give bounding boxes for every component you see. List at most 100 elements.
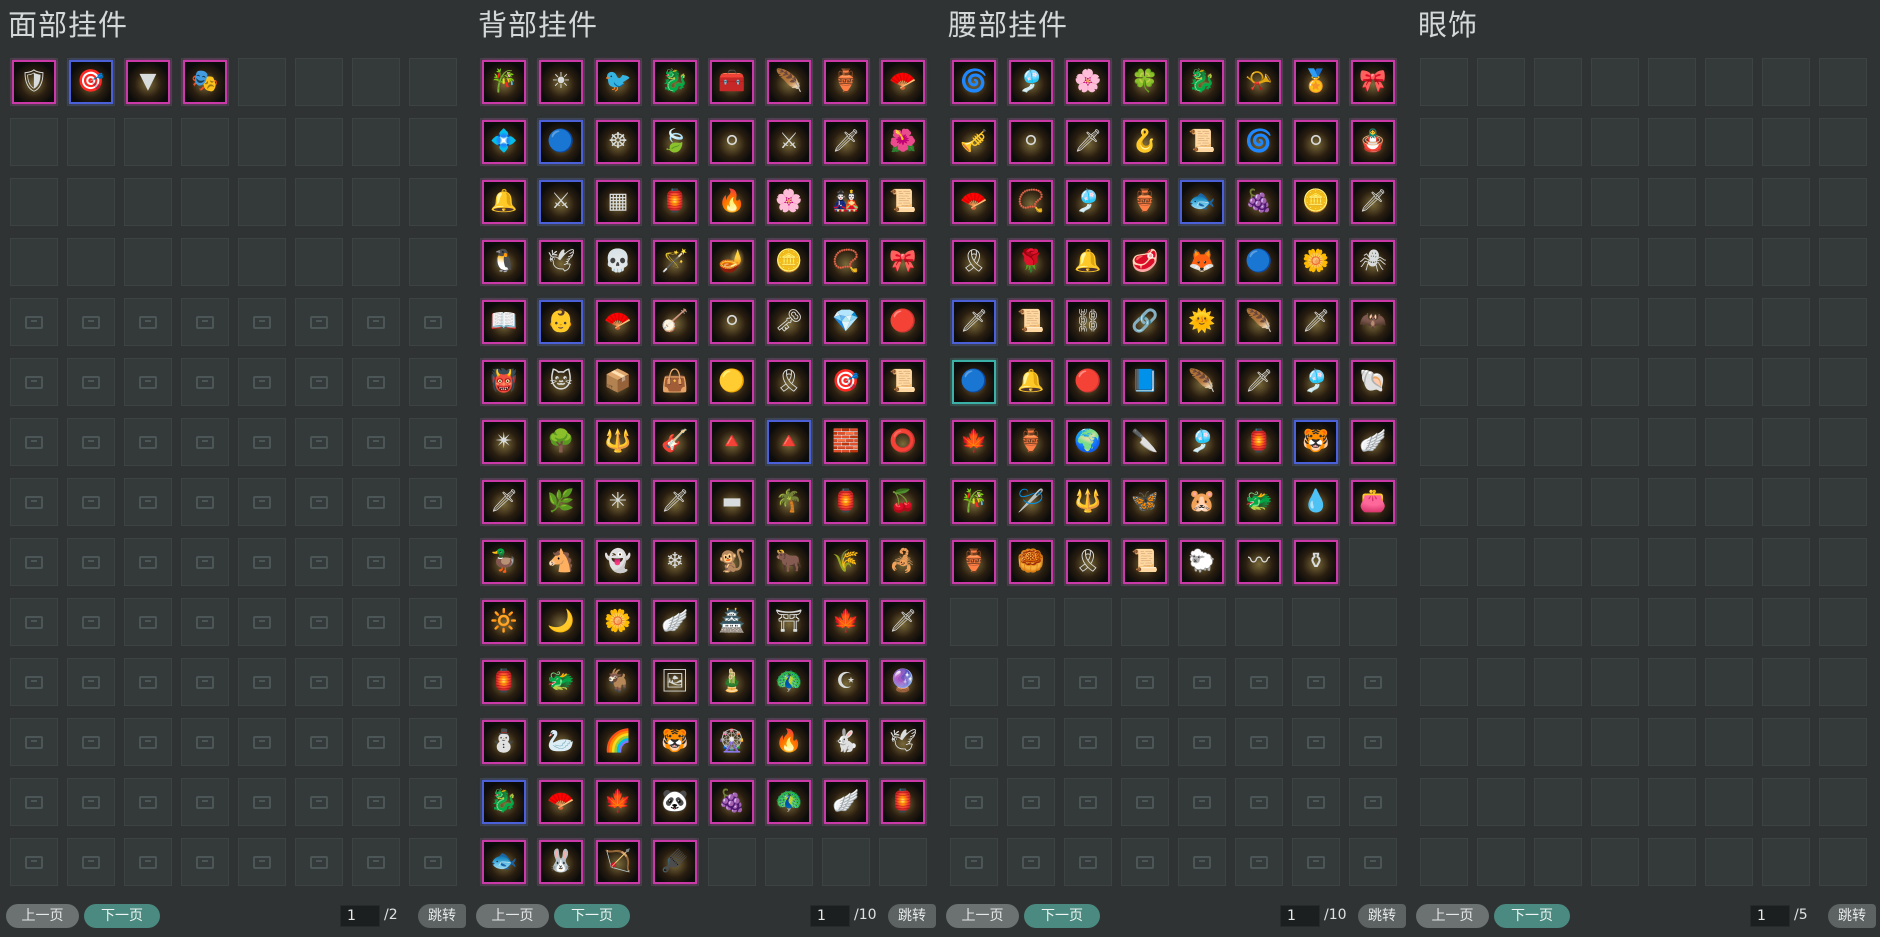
item-slot[interactable]: 🐚	[1349, 358, 1397, 406]
page-number-input[interactable]	[810, 905, 850, 927]
next-page-button[interactable]: 下一页	[84, 904, 160, 928]
jump-button[interactable]: 跳转	[888, 904, 936, 928]
bird-icon[interactable]: 🐦	[596, 60, 640, 104]
white-rabbit-icon[interactable]: 🐇	[824, 720, 868, 764]
teal-fan-icon[interactable]: 🪭	[596, 300, 640, 344]
prev-page-button[interactable]: 上一页	[476, 904, 549, 928]
blue-bell-icon[interactable]: 🔔	[482, 180, 526, 224]
white-lantern-icon[interactable]: 🏮	[881, 780, 925, 824]
empty-slot[interactable]	[1591, 598, 1639, 646]
blue-peacock-icon[interactable]: 🦚	[767, 660, 811, 704]
golden-scroll-icon[interactable]: 📜	[1123, 540, 1167, 584]
empty-slot[interactable]	[409, 238, 457, 286]
empty-slot[interactable]	[295, 238, 343, 286]
golden-whip-icon[interactable]: 〰	[1237, 540, 1281, 584]
empty-slot[interactable]	[1591, 658, 1639, 706]
purple-blade-icon[interactable]: 🗡	[653, 480, 697, 524]
next-page-button[interactable]: 下一页	[1024, 904, 1100, 928]
empty-slot[interactable]	[1762, 478, 1810, 526]
item-slot[interactable]: 🪙	[765, 238, 813, 286]
sun-ring-icon[interactable]: ☀	[539, 60, 583, 104]
item-slot[interactable]: 🐰	[537, 838, 585, 886]
teal-pendant-icon[interactable]: 🔵	[1237, 240, 1281, 284]
empty-slot[interactable]	[1819, 298, 1867, 346]
empty-slot[interactable]	[1648, 658, 1696, 706]
panda-icon[interactable]: 🐼	[653, 780, 697, 824]
golden-blade-icon[interactable]: ⚔	[767, 120, 811, 164]
item-slot[interactable]: 🐲	[1235, 478, 1283, 526]
empty-slot[interactable]	[1762, 838, 1810, 886]
item-slot[interactable]: 🔴	[1064, 358, 1112, 406]
empty-slot[interactable]	[1819, 418, 1867, 466]
red-gourd-icon[interactable]: 🏺	[824, 60, 868, 104]
hamster-icon[interactable]: 🐹	[1180, 480, 1224, 524]
item-slot[interactable]: 🌿	[537, 478, 585, 526]
next-page-button[interactable]: 下一页	[554, 904, 630, 928]
empty-slot[interactable]	[1648, 238, 1696, 286]
empty-slot[interactable]	[1420, 598, 1468, 646]
moon-icon[interactable]: 🌙	[539, 600, 583, 644]
empty-slot[interactable]	[295, 58, 343, 106]
item-slot[interactable]: ☪	[822, 658, 870, 706]
white-feather-icon[interactable]: 🪶	[767, 60, 811, 104]
empty-slot[interactable]	[1705, 238, 1753, 286]
empty-slot[interactable]	[1477, 238, 1525, 286]
item-slot[interactable]: 💎	[822, 298, 870, 346]
empty-slot[interactable]	[1534, 598, 1582, 646]
empty-slot[interactable]	[1477, 538, 1525, 586]
white-frame-icon[interactable]: 🖼	[653, 660, 697, 704]
item-slot[interactable]: 🦂	[879, 538, 927, 586]
item-slot[interactable]: 🌍	[1064, 418, 1112, 466]
item-slot[interactable]: 〰	[1235, 538, 1283, 586]
golden-beast-icon[interactable]: 🐯	[1294, 420, 1338, 464]
item-slot[interactable]: ⚱	[1292, 538, 1340, 586]
gourd-icon[interactable]: 🏺	[1009, 420, 1053, 464]
item-slot[interactable]: 🏹	[594, 838, 642, 886]
item-slot[interactable]: 🪭	[594, 298, 642, 346]
item-slot[interactable]: 🌳	[537, 418, 585, 466]
item-slot[interactable]: ▼	[124, 58, 172, 106]
item-slot[interactable]: 🏮	[822, 478, 870, 526]
silver-scorpion-icon[interactable]: 🦂	[881, 540, 925, 584]
item-slot[interactable]: 🪶	[1235, 298, 1283, 346]
empty-slot[interactable]	[1705, 718, 1753, 766]
purple-feather-icon[interactable]: 🪶	[1180, 360, 1224, 404]
empty-slot[interactable]	[765, 838, 813, 886]
empty-slot[interactable]	[1477, 718, 1525, 766]
empty-slot[interactable]	[1762, 538, 1810, 586]
blue-cat-icon[interactable]: 🐱	[539, 360, 583, 404]
empty-slot[interactable]	[879, 838, 927, 886]
empty-slot[interactable]	[1591, 478, 1639, 526]
item-slot[interactable]: 🔆	[480, 598, 528, 646]
empty-slot[interactable]	[1819, 598, 1867, 646]
item-slot[interactable]: ✳	[594, 478, 642, 526]
empty-slot[interactable]	[238, 118, 286, 166]
item-slot[interactable]: 🌸	[1064, 58, 1112, 106]
empty-slot[interactable]	[1705, 478, 1753, 526]
item-slot[interactable]: ⚪	[1292, 118, 1340, 166]
empty-slot[interactable]	[1534, 718, 1582, 766]
item-slot[interactable]: 🗡	[950, 298, 998, 346]
item-slot[interactable]: 📯	[1235, 58, 1283, 106]
item-slot[interactable]: 🌴	[765, 478, 813, 526]
empty-slot[interactable]	[1762, 718, 1810, 766]
silver-shield-icon[interactable]: ⚪	[710, 120, 754, 164]
empty-slot[interactable]	[1705, 598, 1753, 646]
item-slot[interactable]: ☀	[537, 58, 585, 106]
empty-slot[interactable]	[1648, 178, 1696, 226]
purple-bird-icon[interactable]: 🦆	[482, 540, 526, 584]
empty-slot[interactable]	[1762, 658, 1810, 706]
item-slot[interactable]: 🎭	[181, 58, 229, 106]
empty-slot[interactable]	[1591, 718, 1639, 766]
lantern-icon[interactable]: 🏮	[1237, 420, 1281, 464]
dragon-coil-icon[interactable]: 🐉	[653, 60, 697, 104]
item-slot[interactable]: ▬	[708, 478, 756, 526]
bronze-spear-icon[interactable]: 🗡	[482, 480, 526, 524]
horned-skull-icon[interactable]: 💀	[596, 240, 640, 284]
goat-icon[interactable]: 🐐	[596, 660, 640, 704]
empty-slot[interactable]	[1705, 538, 1753, 586]
pink-tassel-icon[interactable]: 🎀	[1351, 60, 1395, 104]
red-gourd-icon[interactable]: 🏺	[1123, 180, 1167, 224]
prev-page-button[interactable]: 上一页	[1416, 904, 1489, 928]
item-slot[interactable]: 🥮	[1007, 538, 1055, 586]
